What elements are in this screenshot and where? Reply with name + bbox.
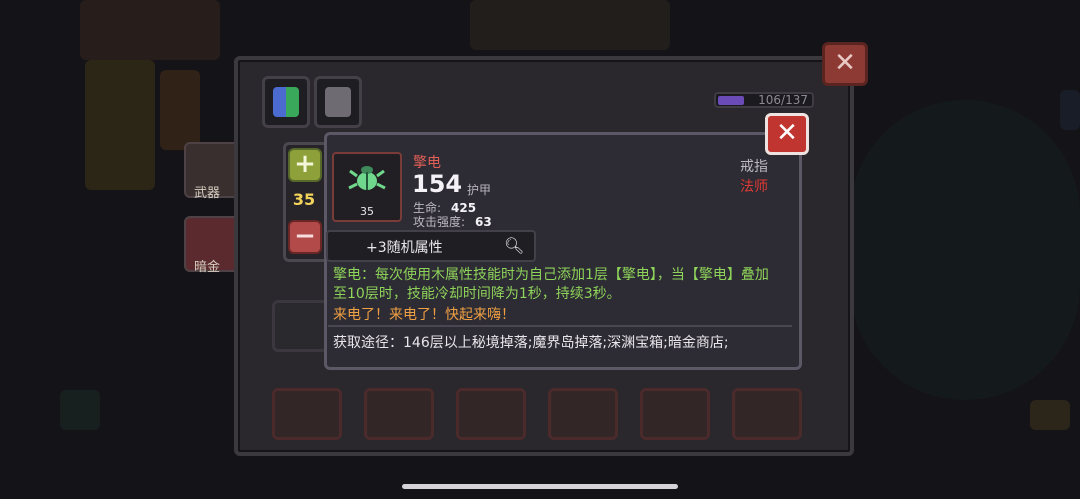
random-attributes-label: +3随机属性 [366,240,443,256]
tab-equipment[interactable] [314,76,362,128]
capacity-fill [718,96,744,105]
item-description: 擎电：每次使用木属性技能时为自己添加1层【擎电】，当【擎电】叠加至10层时，技能… [333,267,769,302]
gold-side-label: 暗金 [194,260,221,275]
decrease-button[interactable]: − [288,220,322,254]
inventory-close-button[interactable]: ✕ [822,42,868,86]
stat-attack-value: 63 [475,215,492,229]
item-source: 获取途径：146层以上秘境掉落;魔界岛掉落;深渊宝箱;暗金商店; [333,335,729,351]
stat-attack-label: 攻击强度: [413,215,466,229]
inventory-slot[interactable] [548,388,618,440]
beetle-ring-icon [348,166,386,190]
item-icon-frame: 35 [332,152,402,222]
grid-icon [273,87,299,117]
helmet-icon [325,87,351,117]
weapon-side-label: 武器 [194,186,221,201]
stat-attack: 攻击强度: 63 [413,213,492,230]
item-flavor-text: 来电了！来电了！快起来嗨！ [333,307,515,323]
magnifier-icon[interactable]: 🔍︎ [504,236,524,255]
tooltip-close-button[interactable]: ✕ [765,113,809,155]
divider [328,325,792,327]
capacity-text: 106/137 [758,93,808,107]
home-indicator[interactable] [402,484,678,489]
item-type: 戒指 [740,159,768,175]
tab-items[interactable] [262,76,310,128]
armor-value: 154 [412,170,463,198]
inventory-slot[interactable] [272,388,342,440]
inventory-slot[interactable] [456,388,526,440]
item-name: 擎电 [413,155,441,171]
armor-label: 护甲 [467,183,492,197]
item-class: 法师 [740,179,768,195]
inventory-slot[interactable] [732,388,802,440]
random-attributes-box[interactable]: +3随机属性 🔍︎ [326,230,536,262]
item-level: 35 [360,205,374,218]
inventory-slot[interactable] [364,388,434,440]
inventory-capacity: 106/137 [714,92,814,108]
increase-button[interactable]: + [288,148,322,182]
inventory-slot[interactable] [640,388,710,440]
stepper-value: 35 [292,190,316,209]
